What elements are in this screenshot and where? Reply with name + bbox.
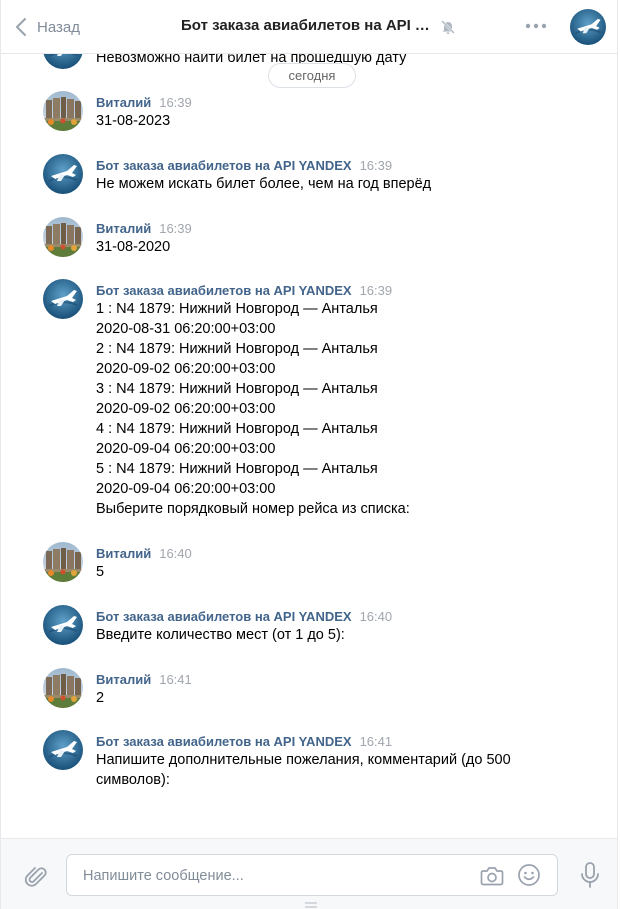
message-time[interactable]: 16:41 bbox=[360, 734, 393, 749]
message-line: 2020-09-02 06:20:00+03:00 bbox=[96, 361, 276, 377]
message-header: Бот заказа авиабилетов на API YANDEX 16:4… bbox=[96, 609, 392, 625]
author-name[interactable]: Бот заказа авиабилетов на API YANDEX bbox=[96, 734, 352, 749]
author-name[interactable]: Виталий bbox=[96, 546, 151, 561]
date-separator: сегодня bbox=[268, 63, 356, 88]
message-text: Не можем искать билет более, чем на год … bbox=[96, 174, 596, 194]
paperclip-icon[interactable] bbox=[23, 863, 49, 889]
author-name[interactable]: Виталий bbox=[96, 95, 151, 110]
message-line: Введите количество мест (от 1 до 5): bbox=[96, 627, 345, 643]
message-time[interactable]: 16:40 bbox=[360, 609, 393, 624]
message-text: 1 : N4 1879: Нижний Новгород — Анталья 2… bbox=[96, 299, 596, 519]
message-header: Бот заказа авиабилетов на API YANDEX 16:3… bbox=[96, 283, 392, 299]
author-name[interactable]: Бот заказа авиабилетов на API YANDEX bbox=[96, 609, 352, 624]
chat-window: Невозможно найти билет на прошедшую дату… bbox=[0, 0, 618, 909]
bot-avatar[interactable] bbox=[43, 279, 83, 319]
resize-grip-icon[interactable] bbox=[304, 901, 318, 909]
more-dots-icon[interactable] bbox=[524, 16, 548, 36]
chevron-left-icon bbox=[16, 18, 26, 36]
message-text: 31-08-2023 bbox=[96, 111, 596, 131]
author-name[interactable]: Виталий bbox=[96, 672, 151, 687]
message-line: 2020-09-04 06:20:00+03:00 bbox=[96, 481, 276, 497]
message-text: Напишите дополнительные пожелания, комме… bbox=[96, 750, 596, 790]
message-line: 31-08-2020 bbox=[96, 239, 171, 255]
message-line: 4 : N4 1879: Нижний Новгород — Анталья bbox=[96, 421, 378, 437]
message-header: Виталий 16:40 bbox=[96, 546, 192, 562]
message-line: 2020-09-02 06:20:00+03:00 bbox=[96, 401, 276, 417]
message-header: Бот заказа авиабилетов на API YANDEX 16:3… bbox=[96, 158, 392, 174]
chat-header: Назад Бот заказа авиабилетов на API YAND… bbox=[1, 0, 617, 54]
back-label: Назад bbox=[37, 18, 80, 36]
smile-icon[interactable] bbox=[517, 863, 541, 887]
message-text: 2 bbox=[96, 688, 596, 708]
chat-avatar[interactable] bbox=[570, 9, 606, 45]
message-line: 2020-09-04 06:20:00+03:00 bbox=[96, 441, 276, 457]
message-line: 2 bbox=[96, 690, 105, 706]
muted-bell-icon[interactable] bbox=[438, 17, 458, 37]
message-history[interactable]: Невозможно найти билет на прошедшую дату… bbox=[1, 0, 617, 838]
message-input[interactable] bbox=[81, 865, 475, 887]
bot-avatar[interactable] bbox=[43, 154, 83, 194]
message-header: Виталий 16:39 bbox=[96, 95, 192, 111]
message-header: Виталий 16:39 bbox=[96, 221, 192, 237]
author-name[interactable]: Бот заказа авиабилетов на API YANDEX bbox=[96, 283, 352, 298]
user-avatar[interactable] bbox=[43, 542, 83, 582]
message-time[interactable]: 16:41 bbox=[159, 672, 192, 687]
message-header: Виталий 16:41 bbox=[96, 672, 192, 688]
user-avatar[interactable] bbox=[43, 91, 83, 131]
message-line: 5 : N4 1879: Нижний Новгород — Анталья bbox=[96, 461, 378, 477]
message-time[interactable]: 16:39 bbox=[360, 158, 393, 173]
message-line: 2020-08-31 06:20:00+03:00 bbox=[96, 321, 276, 337]
user-avatar[interactable] bbox=[43, 217, 83, 257]
bot-avatar[interactable] bbox=[43, 730, 83, 770]
message-line: 2 : N4 1879: Нижний Новгород — Анталья bbox=[96, 341, 378, 357]
back-button[interactable]: Назад bbox=[15, 14, 80, 40]
message-time[interactable]: 16:39 bbox=[159, 95, 192, 110]
message-line: Не можем искать билет более, чем на год … bbox=[96, 176, 432, 192]
user-avatar[interactable] bbox=[43, 668, 83, 708]
chat-title[interactable]: Бот заказа авиабилетов на API YANDEX bbox=[181, 17, 436, 34]
message-line: 1 : N4 1879: Нижний Новгород — Анталья bbox=[96, 301, 378, 317]
message-input-box[interactable] bbox=[66, 854, 558, 896]
message-time[interactable]: 16:39 bbox=[360, 283, 393, 298]
message-time[interactable]: 16:40 bbox=[159, 546, 192, 561]
message-line: Напишите дополнительные пожелания, комме… bbox=[96, 752, 511, 768]
message-line: 31-08-2023 bbox=[96, 113, 171, 129]
message-line: 5 bbox=[96, 564, 105, 580]
microphone-icon[interactable] bbox=[579, 861, 601, 889]
bot-avatar[interactable] bbox=[43, 605, 83, 645]
message-text: 5 bbox=[96, 562, 596, 582]
author-name[interactable]: Бот заказа авиабилетов на API YANDEX bbox=[96, 158, 352, 173]
author-name[interactable]: Виталий bbox=[96, 221, 151, 236]
camera-icon[interactable] bbox=[479, 864, 505, 888]
message-line: 3 : N4 1879: Нижний Новгород — Анталья bbox=[96, 381, 378, 397]
message-line: символов): bbox=[96, 772, 170, 788]
message-text: Введите количество мест (от 1 до 5): bbox=[96, 625, 596, 645]
message-header: Бот заказа авиабилетов на API YANDEX 16:4… bbox=[96, 734, 392, 750]
message-line: Выберите порядковый номер рейса из списк… bbox=[96, 501, 410, 517]
message-time[interactable]: 16:39 bbox=[159, 221, 192, 236]
message-text: 31-08-2020 bbox=[96, 237, 596, 257]
message-composer bbox=[1, 838, 617, 909]
